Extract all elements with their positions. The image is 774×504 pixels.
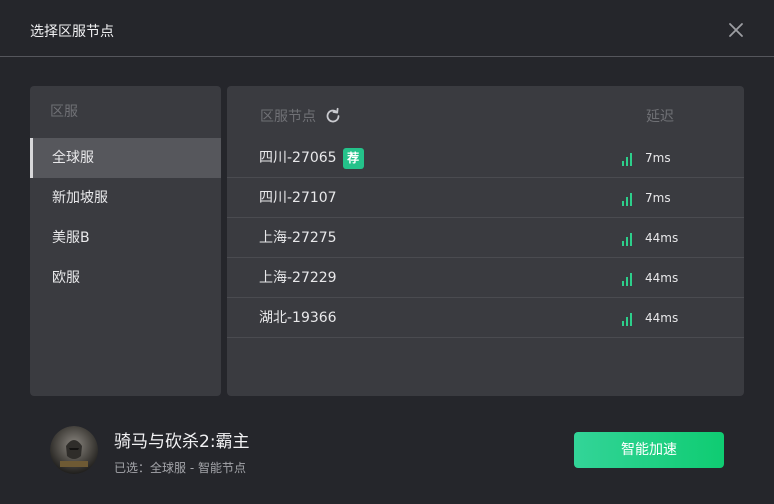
node-name-wrap: 上海-27229 [259, 258, 337, 298]
latency-value: 44ms [645, 231, 679, 245]
close-icon[interactable] [726, 20, 746, 40]
node-name-wrap: 四川-27065 荐 [259, 138, 364, 178]
dialog-title: 选择区服节点 [30, 24, 114, 40]
region-panel: 区服 全球服 新加坡服 美服B 欧服 [30, 86, 221, 396]
node-name-wrap: 湖北-19366 [259, 298, 337, 338]
node-header: 区服节点 [260, 106, 342, 126]
latency-value: 7ms [645, 191, 671, 205]
node-row[interactable]: 四川-27107 7ms [227, 178, 744, 218]
signal-bars-icon [622, 230, 636, 246]
node-name: 上海-27275 [259, 230, 337, 246]
node-row[interactable]: 湖北-19366 44ms [227, 298, 744, 338]
node-name-wrap: 四川-27107 [259, 178, 337, 218]
signal-bars-icon [622, 150, 636, 166]
region-item-eu[interactable]: 欧服 [30, 258, 221, 298]
recommend-badge: 荐 [342, 147, 364, 169]
latency-value: 44ms [645, 271, 679, 285]
header-divider [0, 56, 774, 57]
node-header-label: 区服节点 [260, 109, 316, 125]
node-row[interactable]: 上海-27275 44ms [227, 218, 744, 258]
smart-accelerate-button[interactable]: 智能加速 [574, 432, 724, 468]
node-name: 四川-27107 [259, 190, 337, 206]
latency-value: 7ms [645, 151, 671, 165]
latency-header: 延迟 [646, 109, 674, 125]
signal-bars-icon [622, 270, 636, 286]
selection-summary: 已选：全球服 - 智能节点 [114, 461, 246, 475]
region-item-global[interactable]: 全球服 [30, 138, 221, 178]
node-row[interactable]: 四川-27065 荐 7ms [227, 138, 744, 178]
region-item-singapore[interactable]: 新加坡服 [30, 178, 221, 218]
node-name: 四川-27065 [259, 150, 337, 166]
game-title: 骑马与砍杀2:霸主 [114, 432, 250, 452]
region-header: 区服 [50, 104, 78, 120]
node-name: 湖北-19366 [259, 310, 337, 326]
signal-bars-icon [622, 190, 636, 206]
node-row[interactable]: 上海-27229 44ms [227, 258, 744, 298]
region-item-us-b[interactable]: 美服B [30, 218, 221, 258]
signal-bars-icon [622, 310, 636, 326]
node-name: 上海-27229 [259, 270, 337, 286]
node-panel: 区服节点 延迟 四川-27065 荐 7ms 四川-27107 7ms 上海-2… [227, 86, 744, 396]
latency-value: 44ms [645, 311, 679, 325]
game-cover-image [50, 426, 98, 474]
node-name-wrap: 上海-27275 [259, 218, 337, 258]
refresh-icon[interactable] [324, 107, 342, 125]
